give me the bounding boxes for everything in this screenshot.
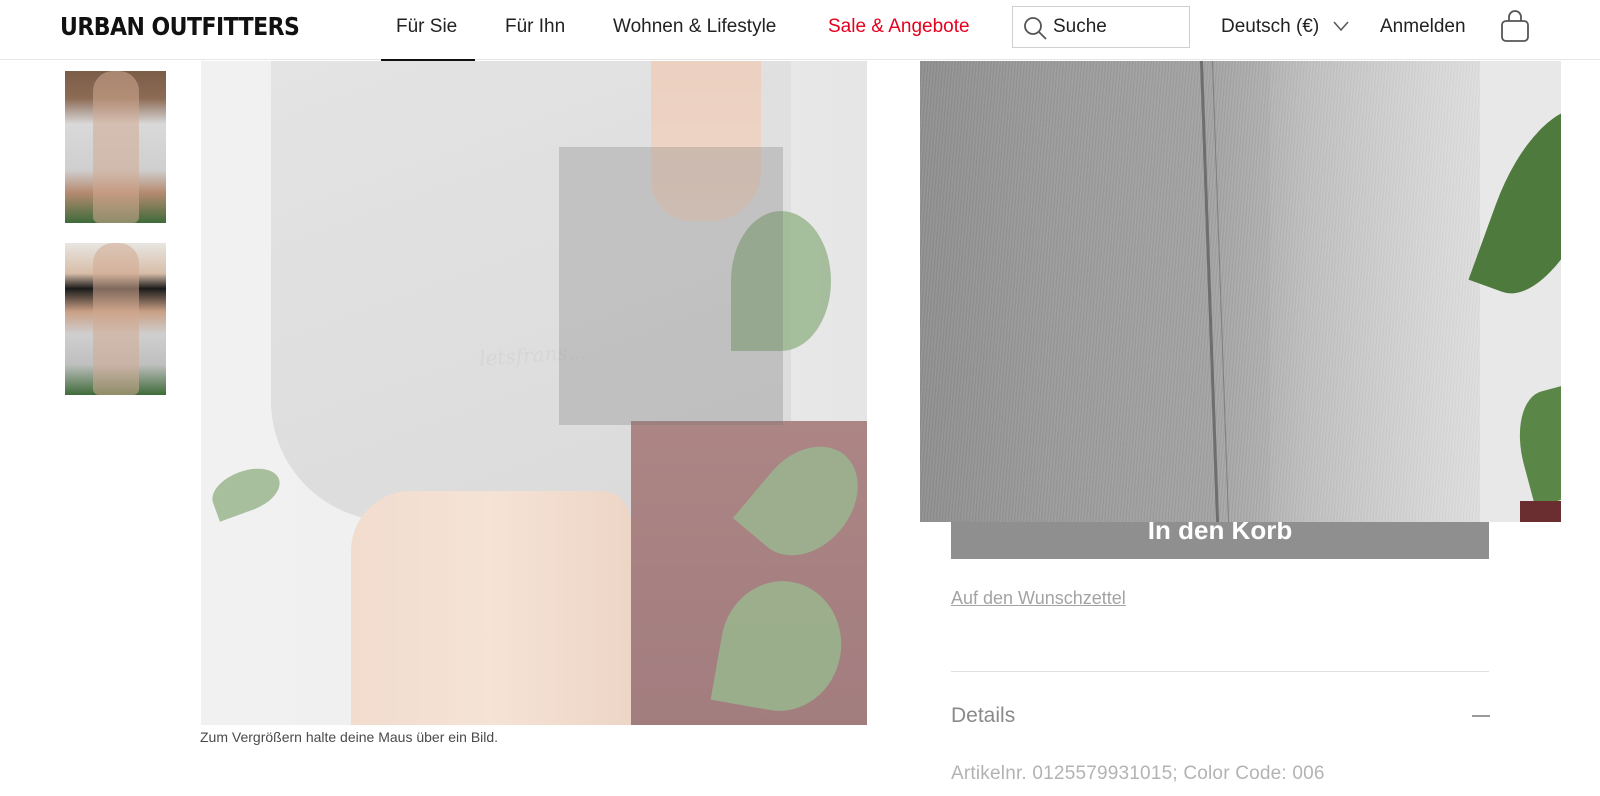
search-input[interactable]	[1053, 15, 1183, 39]
search-icon	[1024, 17, 1047, 40]
collapse-icon[interactable]	[1472, 715, 1490, 717]
wishlist-link[interactable]: Auf den Wunschzettel	[951, 588, 1126, 609]
product-thumbnail-1[interactable]	[65, 71, 166, 223]
zoom-lens[interactable]	[559, 147, 783, 425]
product-thumbnail-2[interactable]	[65, 243, 166, 395]
nav-item-sale[interactable]: Sale & Angebote	[828, 16, 970, 38]
search-box[interactable]	[1012, 6, 1190, 48]
zoom-preview	[920, 61, 1561, 522]
active-nav-indicator	[381, 59, 475, 61]
nav-item-wohnen-lifestyle[interactable]: Wohnen & Lifestyle	[613, 16, 776, 38]
login-link[interactable]: Anmelden	[1380, 16, 1466, 38]
nav-item-fuer-sie[interactable]: Für Sie	[396, 16, 457, 38]
main-product-image[interactable]: letsfrans...	[201, 61, 867, 725]
section-divider	[951, 671, 1489, 672]
shopping-bag-icon[interactable]	[1500, 9, 1530, 43]
language-selector[interactable]: Deutsch (€)	[1221, 16, 1319, 38]
chevron-down-icon[interactable]	[1333, 20, 1349, 32]
site-header: URBAN OUTFITTERS Für Sie Für Ihn Wohnen …	[0, 0, 1600, 61]
details-heading[interactable]: Details	[951, 704, 1015, 728]
brand-logo[interactable]: URBAN OUTFITTERS	[60, 12, 300, 41]
article-number: Artikelnr. 0125579931015; Color Code: 00…	[951, 763, 1325, 784]
zoom-hint-caption: Zum Vergrößern halte deine Maus über ein…	[200, 729, 499, 745]
nav-item-fuer-ihn[interactable]: Für Ihn	[505, 16, 565, 38]
